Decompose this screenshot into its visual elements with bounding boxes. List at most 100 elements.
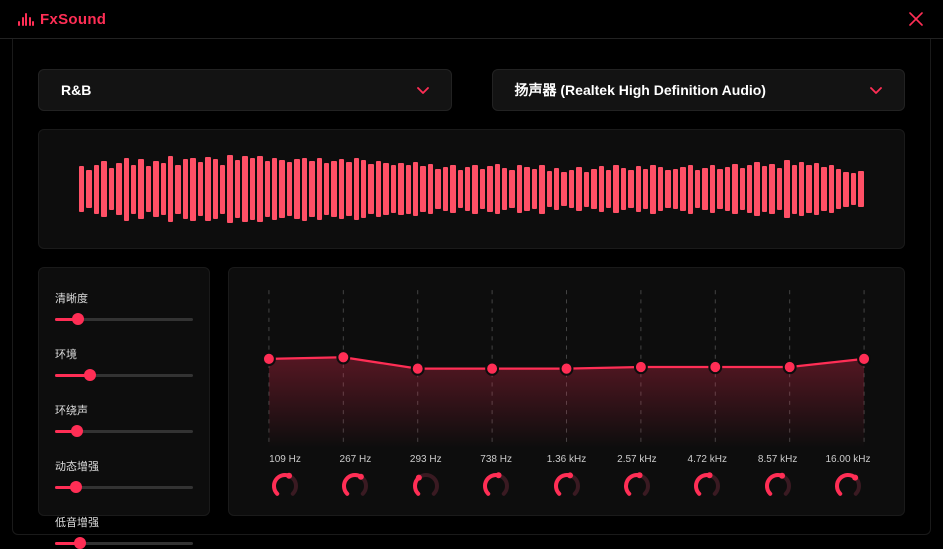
visualizer-bar xyxy=(613,165,618,213)
visualizer-bar xyxy=(858,171,863,207)
visualizer-bar xyxy=(279,160,284,217)
eq-gain-knob[interactable] xyxy=(270,471,300,501)
visualizer-bar xyxy=(532,169,537,210)
app-logo: FxSound xyxy=(18,11,106,28)
output-value: 扬声器 (Realtek High Definition Audio) xyxy=(515,80,766,100)
visualizer-bar xyxy=(168,156,173,223)
eq-node[interactable] xyxy=(858,353,870,365)
eq-frequency-label: 16.00 kHz xyxy=(825,454,870,465)
visualizer-bar xyxy=(539,165,544,214)
visualizer-bar xyxy=(190,158,195,221)
visualizer-bar xyxy=(250,158,255,220)
visualizer-bar xyxy=(702,168,707,210)
eq-node[interactable] xyxy=(784,361,796,373)
visualizer-bar xyxy=(324,163,329,216)
eq-gain-knob[interactable] xyxy=(692,471,722,501)
visualizer-bar xyxy=(680,167,685,212)
eq-gain-knob[interactable] xyxy=(552,471,582,501)
visualizer-bar xyxy=(472,165,477,214)
preset-select[interactable]: R&B xyxy=(38,69,452,111)
eq-node[interactable] xyxy=(635,361,647,373)
visualizer-bar xyxy=(814,163,819,216)
visualizer-bar xyxy=(747,165,752,213)
visualizer-bar xyxy=(272,158,277,220)
eq-frequency-label: 4.72 kHz xyxy=(688,454,727,465)
eq-gain-knob[interactable] xyxy=(340,471,370,501)
visualizer-bar xyxy=(287,162,292,215)
app-name: FxSound xyxy=(40,11,106,28)
controls-row: 清晰度环境环绕声动态增强低音增强 109 Hz267 Hz293 Hz738 H… xyxy=(38,267,905,516)
visualizer-bar xyxy=(183,159,188,219)
visualizer-bar xyxy=(829,165,834,213)
effect-slider[interactable] xyxy=(55,370,193,380)
visualizer-bar xyxy=(547,171,552,207)
eq-node[interactable] xyxy=(561,362,573,374)
visualizer-bar xyxy=(754,162,759,217)
visualizer-bar xyxy=(561,172,566,206)
effect-label: 动态增强 xyxy=(55,458,193,474)
visualizer-bar xyxy=(368,164,373,214)
visualizer-bar xyxy=(784,160,789,217)
visualizer-bar xyxy=(317,158,322,220)
visualizer-bar xyxy=(242,156,247,223)
eq-gain-knob[interactable] xyxy=(411,471,441,501)
visualizer-bar xyxy=(769,164,774,214)
output-device-select[interactable]: 扬声器 (Realtek High Definition Audio) xyxy=(492,69,906,111)
eq-band: 267 Hz xyxy=(329,454,381,501)
effect-label: 清晰度 xyxy=(55,290,193,306)
visualizer-bar xyxy=(554,168,559,210)
visualizer-bar xyxy=(450,165,455,213)
visualizer-bar xyxy=(717,169,722,210)
visualizer-bar xyxy=(198,162,203,217)
title-bar: FxSound xyxy=(0,0,943,39)
visualizer-bar xyxy=(138,159,143,219)
visualizer-bar xyxy=(806,165,811,213)
effects-panel: 清晰度环境环绕声动态增强低音增强 xyxy=(38,267,210,516)
eq-gain-knob[interactable] xyxy=(763,471,793,501)
visualizer-bar xyxy=(161,163,166,216)
visualizer-bar xyxy=(480,169,485,210)
eq-gain-knob[interactable] xyxy=(833,471,863,501)
visualizer-bar xyxy=(220,165,225,214)
eq-gain-knob[interactable] xyxy=(481,471,511,501)
eq-band: 109 Hz xyxy=(259,454,311,501)
eq-band: 4.72 kHz xyxy=(681,454,733,501)
eq-frequency-label: 8.57 kHz xyxy=(758,454,797,465)
eq-node[interactable] xyxy=(263,353,275,365)
visualizer-bar xyxy=(398,163,403,216)
eq-node[interactable] xyxy=(412,362,424,374)
visualizer-bar xyxy=(376,161,381,217)
visualizer-bar xyxy=(302,158,307,221)
eq-node[interactable] xyxy=(486,362,498,374)
visualizer-bar xyxy=(584,172,589,207)
visualizer-bar xyxy=(725,167,730,210)
visualizer-bar xyxy=(465,167,470,210)
visualizer-bar xyxy=(843,172,848,207)
eq-curve[interactable] xyxy=(259,286,874,448)
eq-gain-knob[interactable] xyxy=(622,471,652,501)
visualizer-bar xyxy=(836,169,841,210)
visualizer-bar xyxy=(688,165,693,214)
visualizer-bar xyxy=(695,170,700,209)
visualizer-bar xyxy=(413,162,418,217)
effect-slider[interactable] xyxy=(55,482,193,492)
visualizer-bar xyxy=(420,166,425,212)
effect-slider[interactable] xyxy=(55,426,193,436)
visualizer-bar xyxy=(101,161,106,217)
eq-node[interactable] xyxy=(337,351,349,363)
effect-label: 环绕声 xyxy=(55,402,193,418)
visualizer-bar xyxy=(487,166,492,212)
effect-slider[interactable] xyxy=(55,314,193,324)
selector-row: R&B 扬声器 (Realtek High Definition Audio) xyxy=(38,69,905,111)
visualizer-bar xyxy=(650,165,655,214)
visualizer-bar xyxy=(354,158,359,220)
eq-node[interactable] xyxy=(709,361,721,373)
visualizer-bar xyxy=(331,161,336,217)
visualizer-bar xyxy=(175,165,180,214)
preset-value: R&B xyxy=(61,82,91,98)
close-button[interactable] xyxy=(907,10,925,28)
effect-row: 环境 xyxy=(55,346,193,380)
close-icon xyxy=(909,12,923,26)
visualizer-bar xyxy=(821,167,826,210)
visualizer-bars xyxy=(79,154,864,224)
